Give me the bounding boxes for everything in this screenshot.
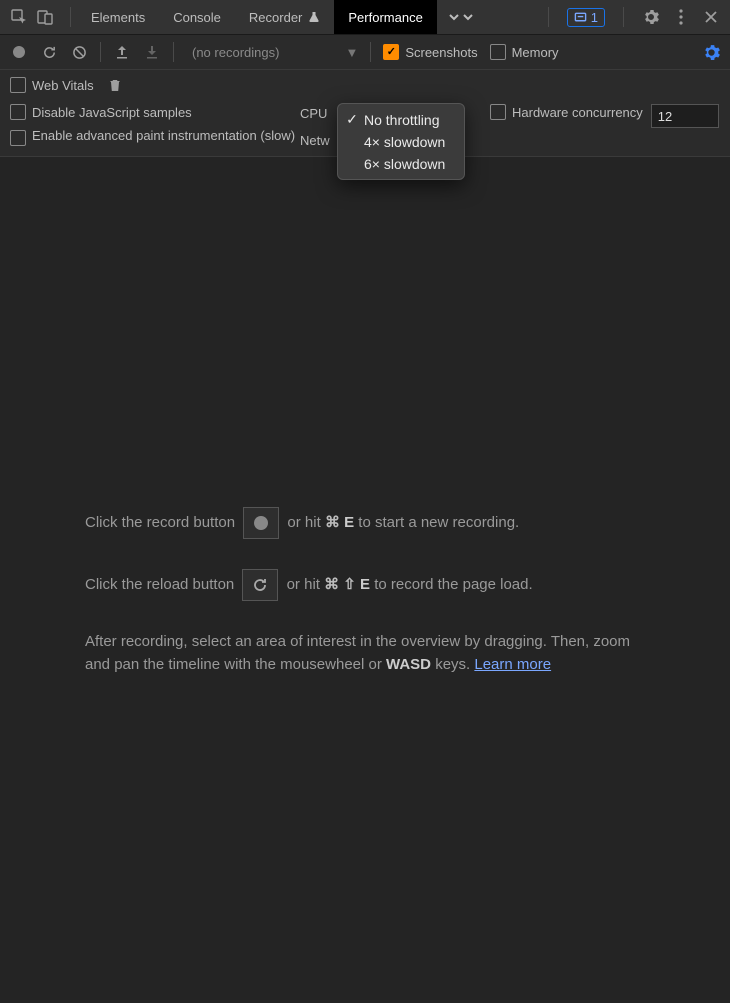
web-vitals-checkbox[interactable]: Web Vitals (10, 77, 94, 93)
wasd-text: WASD (386, 656, 431, 673)
help-text: Click the record button (85, 514, 239, 531)
help-text: or hit (287, 514, 325, 531)
issues-badge[interactable]: 1 (567, 8, 605, 27)
checkbox-icon (490, 104, 506, 120)
help-footer-line: After recording, select an area of inter… (85, 631, 645, 676)
kbd-key: E (360, 576, 370, 593)
help-text: keys. (435, 656, 474, 673)
clear-button[interactable] (70, 43, 88, 61)
upload-icon[interactable] (113, 43, 131, 61)
record-button-example[interactable] (243, 507, 279, 539)
tab-label: Recorder (249, 10, 302, 25)
inspect-element-icon[interactable] (10, 8, 28, 26)
tab-label: Console (173, 10, 221, 25)
disable-js-samples-checkbox[interactable]: Disable JavaScript samples (10, 104, 300, 120)
hardware-concurrency-input[interactable] (651, 104, 719, 128)
checkbox-icon (10, 130, 26, 146)
checkbox-icon (10, 104, 26, 120)
tab-elements[interactable]: Elements (77, 0, 159, 34)
checkbox-label: Memory (512, 45, 559, 60)
devtools-tabbar: Elements Console Recorder Performance 1 (0, 0, 730, 35)
dropdown-item-6x-slowdown[interactable]: 6× slowdown (338, 153, 464, 175)
kbd-cmd: ⌘ (325, 514, 340, 531)
help-text: Click the reload button (85, 576, 238, 593)
checkbox-icon (490, 44, 506, 60)
learn-more-link[interactable]: Learn more (474, 656, 551, 673)
screenshots-checkbox[interactable]: Screenshots (383, 44, 477, 60)
kbd-shift: ⇧ (343, 576, 356, 593)
checkbox-label: Screenshots (405, 45, 477, 60)
reload-button-example[interactable] (242, 569, 278, 601)
tab-performance[interactable]: Performance (334, 0, 436, 34)
dropdown-item-label: 4× slowdown (364, 134, 445, 150)
memory-checkbox[interactable]: Memory (490, 44, 559, 60)
record-button[interactable] (10, 43, 28, 61)
divider (370, 42, 371, 62)
kebab-menu-icon[interactable] (672, 8, 690, 26)
reload-button[interactable] (40, 43, 58, 61)
divider (623, 7, 624, 27)
more-tabs-button[interactable] (437, 10, 485, 24)
settings-gear-icon[interactable] (642, 8, 660, 26)
checkbox-label: Enable advanced paint instrumentation (s… (32, 128, 295, 144)
divider (70, 7, 71, 27)
hardware-concurrency-checkbox[interactable]: Hardware concurrency (490, 104, 643, 120)
flask-icon (308, 11, 320, 23)
help-text: to record the page load. (374, 576, 532, 593)
tab-console[interactable]: Console (159, 0, 235, 34)
divider (100, 42, 101, 62)
close-icon[interactable] (702, 8, 720, 26)
checkbox-label: Hardware concurrency (512, 105, 643, 120)
dropdown-item-no-throttling[interactable]: ✓ No throttling (338, 108, 464, 131)
device-toolbar-icon[interactable] (36, 8, 54, 26)
kbd-cmd: ⌘ (324, 576, 339, 593)
help-text: or hit (287, 576, 325, 593)
divider (173, 42, 174, 62)
kbd-key: E (344, 514, 354, 531)
checkbox-icon (10, 77, 26, 93)
tab-label: Elements (91, 10, 145, 25)
dropdown-item-4x-slowdown[interactable]: 4× slowdown (338, 131, 464, 153)
dropdown-item-label: 6× slowdown (364, 156, 445, 172)
tab-recorder[interactable]: Recorder (235, 0, 334, 34)
performance-toolbar: (no recordings) ▼ Screenshots Memory (0, 35, 730, 70)
chevron-down-icon: ▼ (345, 45, 358, 60)
tab-label: Performance (348, 10, 422, 25)
trash-icon[interactable] (106, 76, 124, 94)
help-text: to start a new recording. (358, 514, 519, 531)
dropdown-item-label: No throttling (364, 112, 439, 128)
recordings-placeholder: (no recordings) (186, 45, 285, 60)
capture-settings-gear-icon[interactable] (702, 43, 720, 61)
download-icon[interactable] (143, 43, 161, 61)
advanced-paint-checkbox[interactable]: Enable advanced paint instrumentation (s… (10, 128, 300, 146)
help-reload-line: Click the reload button or hit ⌘ ⇧ E to … (85, 569, 645, 601)
checkbox-icon (383, 44, 399, 60)
badge-count: 1 (591, 10, 598, 25)
help-record-line: Click the record button or hit ⌘ E to st… (85, 507, 645, 539)
divider (548, 7, 549, 27)
checkbox-label: Web Vitals (32, 78, 94, 93)
recordings-dropdown[interactable]: (no recordings) ▼ (186, 45, 358, 60)
check-icon: ✓ (346, 111, 358, 128)
cpu-throttling-dropdown: ✓ No throttling 4× slowdown 6× slowdown (337, 103, 465, 180)
performance-landing-help: Click the record button or hit ⌘ E to st… (0, 507, 730, 676)
checkbox-label: Disable JavaScript samples (32, 105, 192, 120)
